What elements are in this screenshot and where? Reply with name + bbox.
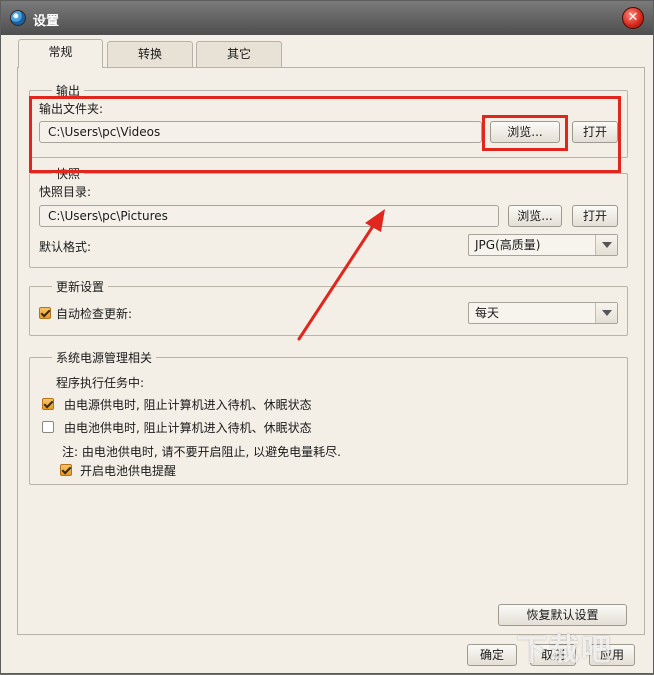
snapshot-open-button[interactable]: 打开: [572, 205, 618, 227]
output-open-button[interactable]: 打开: [572, 121, 618, 143]
cancel-button[interactable]: 取消: [530, 644, 576, 666]
ac-power-block-checkbox[interactable]: [42, 398, 54, 410]
update-group-title: 更新设置: [52, 278, 109, 295]
battery-reminder-label: 开启电池供电提醒: [80, 464, 177, 478]
update-frequency-value: 每天: [475, 306, 500, 320]
power-note: 注: 由电池供电时, 请不要开启阻止, 以避免电量耗尽.: [62, 445, 341, 459]
window-title: 设置: [33, 14, 60, 29]
close-icon: ✕: [627, 10, 639, 25]
auto-check-update-label: 自动检查更新:: [56, 307, 133, 321]
output-browse-button[interactable]: 浏览...: [490, 121, 560, 143]
ok-button[interactable]: 确定: [467, 644, 517, 666]
apply-button[interactable]: 应用: [589, 644, 635, 666]
power-subtitle: 程序执行任务中:: [56, 376, 145, 390]
power-group-title: 系统电源管理相关: [52, 349, 157, 366]
snapshot-format-label: 默认格式:: [39, 240, 92, 254]
battery-block-checkbox[interactable]: [42, 421, 54, 433]
battery-reminder-checkbox[interactable]: [60, 464, 72, 476]
tab-other[interactable]: 其它: [196, 41, 282, 67]
chevron-down-icon[interactable]: [595, 303, 617, 323]
snapshot-dir-label: 快照目录:: [39, 185, 92, 199]
update-frequency-select[interactable]: 每天: [468, 302, 618, 324]
settings-window: 设置 ✕ 常规 转换 其它 输出 输出文件夹: C:\Users\pc\Vide…: [0, 0, 654, 674]
snapshot-group-title: 快照: [52, 165, 85, 182]
title-bar: 设置 ✕: [1, 1, 653, 35]
ac-power-block-label: 由电源供电时, 阻止计算机进入待机、休眠状态: [64, 398, 312, 412]
battery-block-label: 由电池供电时, 阻止计算机进入待机、休眠状态: [64, 421, 312, 435]
app-logo-icon: [10, 10, 26, 26]
restore-defaults-button[interactable]: 恢复默认设置: [498, 604, 627, 626]
output-group-title: 输出: [52, 82, 85, 99]
snapshot-format-value: JPG(高质量): [475, 238, 541, 252]
snapshot-dir-input[interactable]: C:\Users\pc\Pictures: [39, 205, 499, 227]
tab-general[interactable]: 常规: [18, 39, 103, 68]
snapshot-format-select[interactable]: JPG(高质量): [468, 234, 618, 256]
output-folder-label: 输出文件夹:: [39, 102, 104, 116]
chevron-down-icon[interactable]: [595, 235, 617, 255]
tab-content-general: 输出 输出文件夹: C:\Users\pc\Videos 浏览... 打开 快照…: [17, 67, 645, 635]
close-button[interactable]: ✕: [622, 7, 644, 29]
tab-convert[interactable]: 转换: [107, 41, 193, 67]
output-folder-input[interactable]: C:\Users\pc\Videos: [39, 121, 482, 143]
snapshot-browse-button[interactable]: 浏览...: [508, 205, 562, 227]
auto-check-update-checkbox[interactable]: [39, 307, 51, 319]
